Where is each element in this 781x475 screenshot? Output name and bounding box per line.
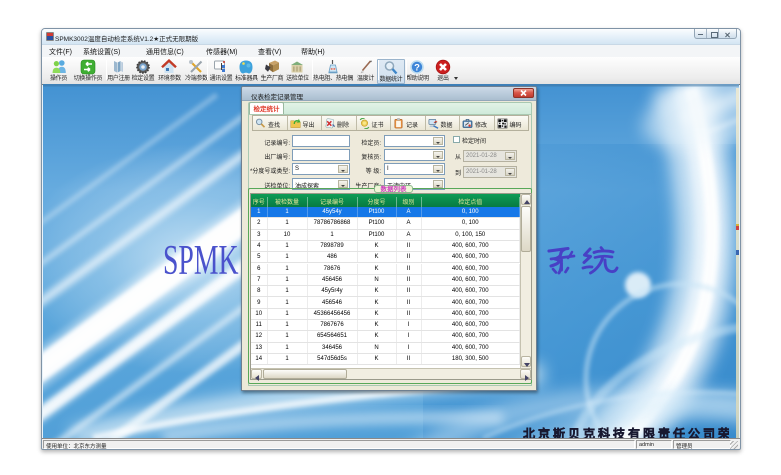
svg-text:?: ? (415, 62, 421, 73)
